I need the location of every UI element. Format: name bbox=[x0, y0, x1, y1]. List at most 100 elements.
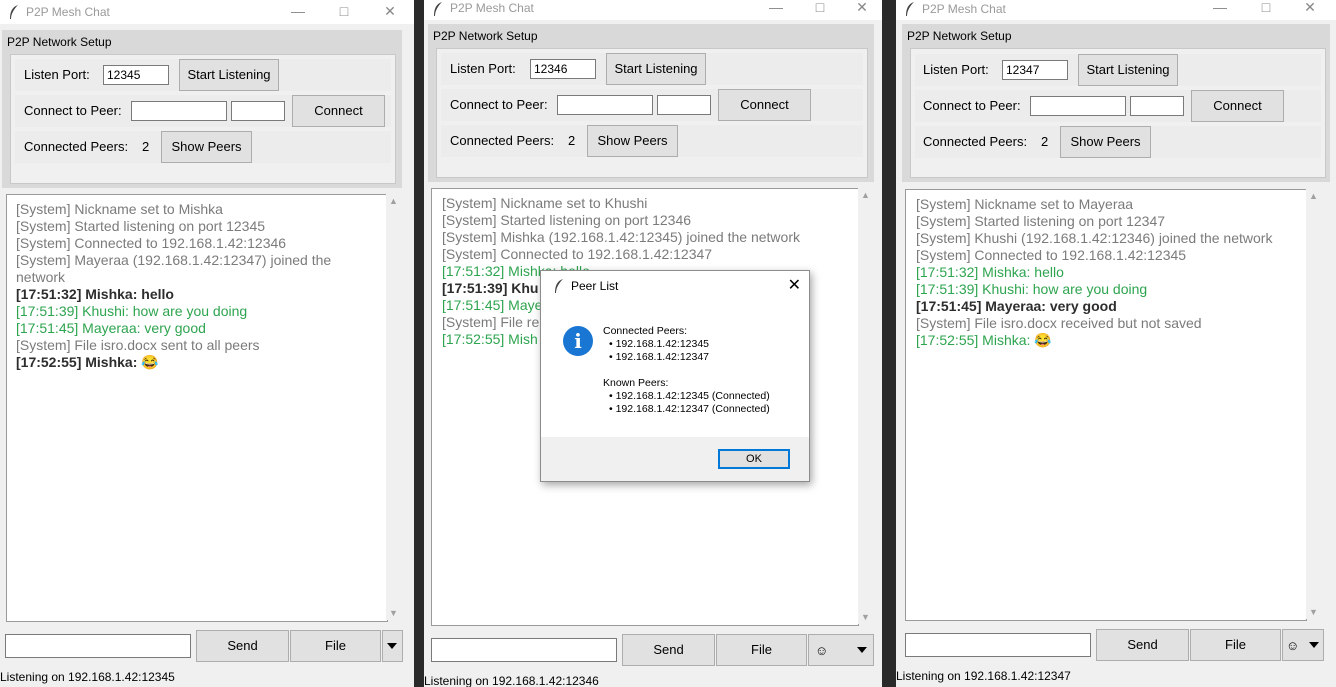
ok-button[interactable]: OK bbox=[718, 449, 790, 469]
setup-panel: Listen Port: 12345 Start Listening Conne… bbox=[10, 54, 396, 184]
emoji-dropdown[interactable]: ☺ bbox=[1282, 629, 1324, 661]
chat-message: [17:51:45] Mayeraa: very good bbox=[16, 320, 206, 336]
chat-message: [System] Nickname set to Mayeraa bbox=[916, 196, 1134, 212]
chat-scrollbar[interactable]: ▲ ▼ bbox=[858, 188, 874, 624]
send-button[interactable]: Send bbox=[622, 634, 715, 666]
file-button[interactable]: File bbox=[716, 634, 807, 666]
file-button[interactable]: File bbox=[290, 630, 381, 662]
listen-row: Listen Port: 12346 Start Listening bbox=[441, 53, 863, 85]
title-bar[interactable]: P2P Mesh Chat — □ ✕ bbox=[424, 0, 882, 20]
listen-port-input[interactable]: 12347 bbox=[1002, 60, 1068, 80]
frame-label: P2P Network Setup bbox=[7, 35, 112, 49]
chevron-down-icon bbox=[857, 647, 867, 653]
maximize-icon[interactable]: □ bbox=[334, 2, 354, 20]
message-input[interactable] bbox=[905, 633, 1091, 657]
chat-message: [System] Nickname set to Mishka bbox=[16, 201, 223, 217]
scroll-down-icon[interactable]: ▼ bbox=[389, 608, 398, 618]
connect-button[interactable]: Connect bbox=[1191, 90, 1284, 122]
message-input[interactable] bbox=[5, 634, 191, 658]
frame-label: P2P Network Setup bbox=[433, 29, 538, 43]
scroll-up-icon[interactable]: ▲ bbox=[861, 190, 870, 200]
connect-row: Connect to Peer: Connect bbox=[441, 89, 863, 121]
chat-scrollbar[interactable]: ▲ ▼ bbox=[386, 194, 402, 620]
chat-message: [17:52:55] Mishka: 😂 bbox=[16, 354, 159, 370]
peer-port-input[interactable] bbox=[231, 101, 285, 121]
network-setup-frame: P2P Network Setup Listen Port: 12346 Sta… bbox=[428, 24, 874, 182]
peer-list-dialog: Peer List ✕ i Connected Peers: • 192.168… bbox=[540, 270, 810, 482]
peer-host-input[interactable] bbox=[1030, 96, 1126, 116]
listen-port-input[interactable]: 12345 bbox=[103, 65, 169, 85]
emoji-dropdown[interactable]: ☺ bbox=[808, 634, 874, 666]
connect-button[interactable]: Connect bbox=[292, 95, 385, 127]
chevron-down-icon bbox=[387, 643, 397, 649]
close-icon[interactable]: ✕ bbox=[852, 0, 872, 16]
chevron-down-icon bbox=[1309, 642, 1319, 648]
chat-message: [System] Connected to 192.168.1.42:12346 bbox=[16, 235, 287, 251]
title-bar[interactable]: P2P Mesh Chat — □ ✕ bbox=[0, 0, 414, 24]
title-bar[interactable]: P2P Mesh Chat — □ ✕ bbox=[896, 0, 1336, 20]
show-peers-button[interactable]: Show Peers bbox=[587, 125, 678, 157]
scroll-up-icon[interactable]: ▲ bbox=[1309, 191, 1318, 201]
connect-button[interactable]: Connect bbox=[718, 89, 811, 121]
maximize-icon[interactable]: □ bbox=[810, 0, 830, 16]
desktop-background bbox=[882, 0, 896, 687]
chat-window-mishka: P2P Mesh Chat — □ ✕ P2P Network Setup Li… bbox=[0, 0, 414, 687]
chat-message: [System] Started listening on port 12346 bbox=[442, 212, 692, 228]
file-button[interactable]: File bbox=[1190, 629, 1281, 661]
dialog-body: Peer List ✕ i Connected Peers: • 192.168… bbox=[541, 271, 809, 437]
start-listening-button[interactable]: Start Listening bbox=[606, 53, 706, 85]
scroll-up-icon[interactable]: ▲ bbox=[389, 196, 398, 206]
peer-host-input[interactable] bbox=[557, 95, 653, 115]
chat-message: [System] Mayeraa (192.168.1.42:12347) jo… bbox=[16, 252, 332, 285]
start-listening-button[interactable]: Start Listening bbox=[179, 59, 279, 91]
minimize-icon[interactable]: — bbox=[766, 0, 786, 16]
chat-message: [System] Mishka (192.168.1.42:12345) joi… bbox=[442, 229, 800, 245]
network-setup-frame: P2P Network Setup Listen Port: 12347 Sta… bbox=[902, 24, 1330, 182]
peer-host-input[interactable] bbox=[131, 101, 227, 121]
connected-peers-count: 2 bbox=[1041, 134, 1049, 149]
send-button[interactable]: Send bbox=[1096, 629, 1189, 661]
connected-peers-count: 2 bbox=[568, 133, 576, 148]
connect-row: Connect to Peer: Connect bbox=[15, 95, 391, 127]
status-bar: Listening on 192.168.1.42:12345 bbox=[0, 670, 175, 684]
maximize-icon[interactable]: □ bbox=[1256, 0, 1276, 16]
connect-to-peer-label: Connect to Peer: bbox=[923, 98, 1021, 113]
emoji-selected: ☺ bbox=[1286, 638, 1300, 653]
send-button[interactable]: Send bbox=[196, 630, 289, 662]
message-input[interactable] bbox=[431, 638, 617, 662]
feather-icon bbox=[906, 2, 914, 16]
connect-to-peer-label: Connect to Peer: bbox=[450, 97, 548, 112]
window-title: P2P Mesh Chat bbox=[450, 1, 534, 15]
close-icon[interactable]: ✕ bbox=[1300, 0, 1320, 16]
connect-row: Connect to Peer: Connect bbox=[915, 90, 1321, 122]
peer-entry: • 192.168.1.42:12345 (Connected) bbox=[609, 390, 770, 402]
show-peers-button[interactable]: Show Peers bbox=[1060, 126, 1151, 158]
close-icon[interactable]: ✕ bbox=[788, 275, 801, 295]
listen-port-label: Listen Port: bbox=[24, 67, 90, 82]
connected-peers-heading: Connected Peers: bbox=[603, 325, 688, 337]
minimize-icon[interactable]: — bbox=[1210, 0, 1230, 16]
connected-peers-count: 2 bbox=[142, 139, 150, 154]
feather-icon bbox=[10, 5, 18, 19]
scroll-down-icon[interactable]: ▼ bbox=[861, 612, 870, 622]
listen-port-input[interactable]: 12346 bbox=[530, 59, 596, 79]
minimize-icon[interactable]: — bbox=[288, 2, 308, 20]
peer-port-input[interactable] bbox=[1130, 96, 1184, 116]
chat-message: [System] Khushi (192.168.1.42:12346) joi… bbox=[916, 230, 1273, 246]
dialog-title: Peer List bbox=[571, 279, 619, 293]
chat-message: [System] Started listening on port 12347 bbox=[916, 213, 1166, 229]
connected-peers-label: Connected Peers: bbox=[923, 134, 1028, 149]
scroll-down-icon[interactable]: ▼ bbox=[1309, 607, 1318, 617]
chat-log[interactable]: [System] Nickname set to Mayeraa [System… bbox=[905, 189, 1307, 621]
close-icon[interactable]: ✕ bbox=[380, 2, 400, 20]
setup-panel: Listen Port: 12346 Start Listening Conne… bbox=[436, 48, 868, 178]
chat-log[interactable]: [System] Nickname set to Mishka [System]… bbox=[6, 194, 388, 622]
show-peers-button[interactable]: Show Peers bbox=[161, 131, 252, 163]
start-listening-button[interactable]: Start Listening bbox=[1078, 54, 1178, 86]
feather-icon bbox=[434, 2, 442, 16]
emoji-dropdown[interactable] bbox=[382, 630, 403, 662]
peer-port-input[interactable] bbox=[657, 95, 711, 115]
chat-message: [17:51:32] Mishka: hello bbox=[16, 286, 174, 302]
status-bar: Listening on 192.168.1.42:12347 bbox=[896, 669, 1071, 683]
chat-scrollbar[interactable]: ▲ ▼ bbox=[1306, 189, 1322, 619]
